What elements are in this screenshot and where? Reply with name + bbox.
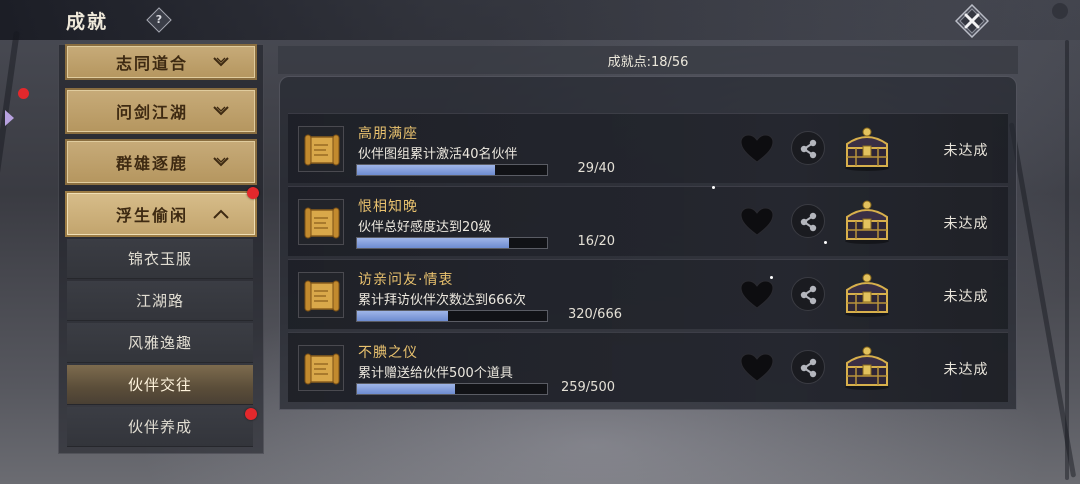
achievement-status: 未达成 bbox=[943, 289, 989, 305]
chevron-up-icon bbox=[213, 209, 229, 219]
sparkle bbox=[770, 276, 773, 279]
subcategory-item-3[interactable]: 伙伴交往 bbox=[67, 365, 253, 405]
sparkle bbox=[712, 186, 715, 189]
share-icon bbox=[800, 212, 817, 232]
help-button[interactable]: ? bbox=[146, 7, 172, 33]
alert-dot bbox=[247, 187, 259, 199]
scroll-icon bbox=[298, 199, 344, 245]
close-button[interactable] bbox=[955, 4, 989, 38]
achievement-description: 累计赠送给伙伴500个道具 bbox=[358, 366, 513, 381]
chevron-down-icon bbox=[213, 106, 229, 116]
achievement-status: 未达成 bbox=[943, 143, 989, 159]
achievement-name: 高朋满座 bbox=[358, 126, 418, 142]
moon-icon bbox=[1052, 3, 1068, 19]
share-button[interactable] bbox=[791, 131, 825, 165]
question-icon: ? bbox=[155, 13, 163, 26]
chevron-down-icon bbox=[213, 157, 229, 167]
header-bar: 成就 ? bbox=[0, 0, 1080, 40]
achievement-progress-bar bbox=[356, 383, 548, 395]
achievement-points: 成就点:18/56 bbox=[607, 54, 689, 70]
achievement-row: 高朋满座 伙伴图组累计激活40名伙伴 29/40 未达成 bbox=[288, 113, 1008, 183]
category-label: 志同道合 bbox=[115, 54, 188, 73]
share-button[interactable] bbox=[791, 350, 825, 384]
achievement-name: 不腆之仪 bbox=[358, 345, 418, 361]
category-tab-3[interactable]: 浮生偷闲 bbox=[65, 191, 257, 237]
share-button[interactable] bbox=[791, 277, 825, 311]
share-icon bbox=[800, 139, 817, 159]
progress-text: 320/666 bbox=[567, 307, 622, 322]
subcategory-item-0[interactable]: 锦衣玉服 bbox=[67, 239, 253, 279]
scroll-icon bbox=[298, 272, 344, 318]
category-tab-0[interactable]: 志同道合 bbox=[65, 44, 257, 80]
heart-icon[interactable] bbox=[740, 353, 774, 383]
progress-fill bbox=[357, 311, 449, 321]
progress-fill bbox=[357, 165, 495, 175]
achievement-row: 不腆之仪 累计赠送给伙伴500个道具 259/500 未达成 bbox=[288, 332, 1008, 402]
achievement-description: 伙伴图组累计激活40名伙伴 bbox=[358, 147, 518, 162]
subcategory-item-1[interactable]: 江湖路 bbox=[67, 281, 253, 321]
achievement-description: 累计拜访伙伴次数达到666次 bbox=[358, 293, 526, 308]
achievement-points-bar: 成就点:18/56 bbox=[278, 46, 1018, 74]
scroll-icon bbox=[298, 126, 344, 172]
share-icon bbox=[800, 285, 817, 305]
bamboo-decoration bbox=[1065, 40, 1069, 480]
category-tab-2[interactable]: 群雄逐鹿 bbox=[65, 139, 257, 185]
achievement-progress-bar bbox=[356, 310, 548, 322]
achievement-status: 未达成 bbox=[943, 216, 989, 232]
subcategory-item-4[interactable]: 伙伴养成 bbox=[67, 407, 253, 447]
left-arrow-icon bbox=[5, 110, 14, 126]
progress-text: 259/500 bbox=[560, 380, 615, 395]
chevron-down-icon bbox=[213, 57, 229, 67]
achievement-progress-bar bbox=[356, 164, 548, 176]
category-label: 浮生偷闲 bbox=[115, 206, 188, 225]
subcategory-item-2[interactable]: 风雅逸趣 bbox=[67, 323, 253, 363]
achievement-description: 伙伴总好感度达到20级 bbox=[358, 220, 492, 235]
progress-fill bbox=[357, 384, 456, 394]
category-label: 问剑江湖 bbox=[115, 103, 188, 122]
heart-icon[interactable] bbox=[740, 280, 774, 310]
progress-text: 29/40 bbox=[577, 161, 615, 176]
category-tab-1[interactable]: 问剑江湖 bbox=[65, 88, 257, 134]
bamboo-decoration bbox=[0, 30, 20, 230]
heart-icon[interactable] bbox=[740, 207, 774, 237]
alert-dot bbox=[245, 408, 257, 420]
chest-icon[interactable] bbox=[842, 343, 892, 391]
sparkle bbox=[824, 241, 827, 244]
progress-fill bbox=[357, 238, 509, 248]
notification-dot bbox=[18, 88, 29, 99]
progress-text: 16/20 bbox=[577, 234, 615, 249]
category-label: 群雄逐鹿 bbox=[115, 154, 188, 173]
chest-icon[interactable] bbox=[842, 124, 892, 172]
achievement-name: 恨相知晚 bbox=[358, 199, 418, 215]
achievement-row: 恨相知晚 伙伴总好感度达到20级 16/20 未达成 bbox=[288, 186, 1008, 256]
page-title: 成就 bbox=[66, 11, 109, 33]
achievement-row: 访亲问友·情衷 累计拜访伙伴次数达到666次 320/666 未达成 bbox=[288, 259, 1008, 329]
achievement-status: 未达成 bbox=[943, 362, 989, 378]
scroll-icon bbox=[298, 345, 344, 391]
achievement-progress-bar bbox=[356, 237, 548, 249]
heart-icon[interactable] bbox=[740, 134, 774, 164]
achievement-name: 访亲问友·情衷 bbox=[358, 272, 454, 288]
chest-icon[interactable] bbox=[842, 270, 892, 318]
chest-icon[interactable] bbox=[842, 197, 892, 245]
share-icon bbox=[800, 358, 817, 378]
share-button[interactable] bbox=[791, 204, 825, 238]
